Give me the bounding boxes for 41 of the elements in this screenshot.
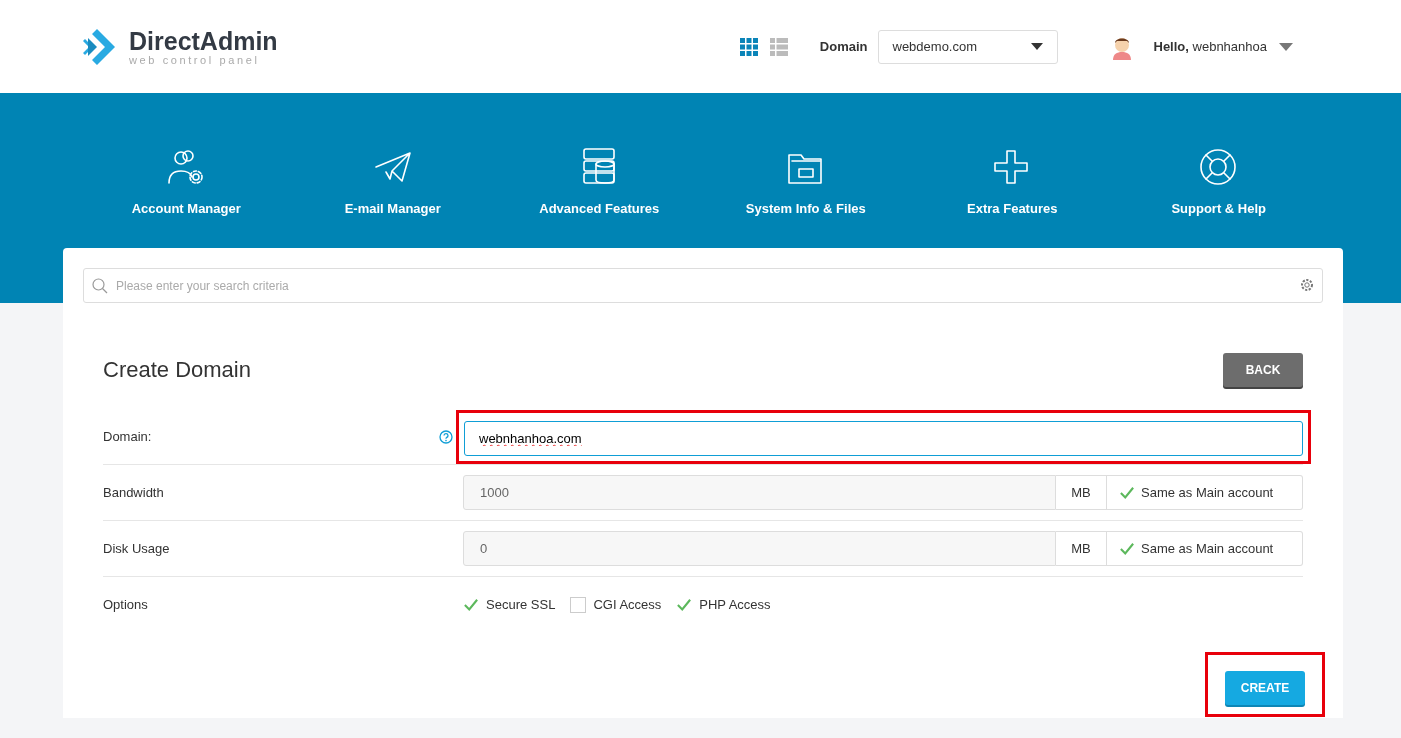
- checkbox-label: PHP Access: [699, 597, 771, 612]
- logo-tagline: web control panel: [129, 53, 261, 66]
- search-field[interactable]: Please enter your search criteria: [83, 268, 1323, 303]
- checkbox[interactable]: [463, 596, 479, 613]
- caret-icon: [1279, 42, 1293, 51]
- nav-item[interactable]: Account Manager: [83, 147, 290, 216]
- back-button[interactable]: BACK: [1223, 353, 1303, 387]
- checkbox[interactable]: [1119, 540, 1135, 557]
- create-button[interactable]: CREATE: [1225, 671, 1305, 705]
- field-label: Disk Usage: [103, 541, 170, 556]
- view-toggle[interactable]: [739, 37, 758, 56]
- field-label: Domain:: [103, 429, 152, 444]
- unit-addon: MB: [1056, 475, 1107, 510]
- list-view-icon: [769, 37, 788, 56]
- unit-addon: MB: [1056, 531, 1107, 566]
- caret-icon: [1030, 43, 1043, 50]
- search-icon: [92, 278, 108, 294]
- nav-item[interactable]: E-mail Manager: [289, 147, 496, 216]
- checkbox-label: CGI Access: [593, 597, 662, 612]
- checkbox[interactable]: [676, 596, 693, 613]
- nav-item[interactable]: Support & Help: [1115, 147, 1322, 216]
- field-label: Options: [103, 597, 148, 612]
- grid-view-icon: [739, 37, 758, 56]
- checkbox[interactable]: [1119, 484, 1135, 501]
- help-icon[interactable]: [439, 429, 453, 444]
- field-label: Bandwidth: [103, 485, 164, 500]
- domain-label: Domain: [819, 39, 868, 54]
- nav-item[interactable]: Advanced Features: [496, 147, 703, 216]
- nav-item[interactable]: Extra Features: [909, 147, 1116, 216]
- logo-name: DirectAdmin: [129, 27, 278, 54]
- domain-input[interactable]: webnhanhoa.com: [464, 420, 1303, 456]
- view-toggle[interactable]: [769, 37, 788, 56]
- checkbox-label: Same as Main account: [1141, 541, 1274, 556]
- checkbox-label: Secure SSL: [486, 597, 556, 612]
- user-greeting[interactable]: Hello, webnhanhoa: [1153, 39, 1267, 54]
- page-title: Create Domain: [103, 357, 251, 383]
- checkbox-label: Same as Main account: [1141, 485, 1274, 500]
- nav-item[interactable]: System Info & Files: [702, 147, 909, 216]
- domain-select[interactable]: webdemo.com: [877, 29, 1058, 64]
- checkbox[interactable]: [570, 596, 587, 613]
- settings-icon[interactable]: [1300, 278, 1314, 292]
